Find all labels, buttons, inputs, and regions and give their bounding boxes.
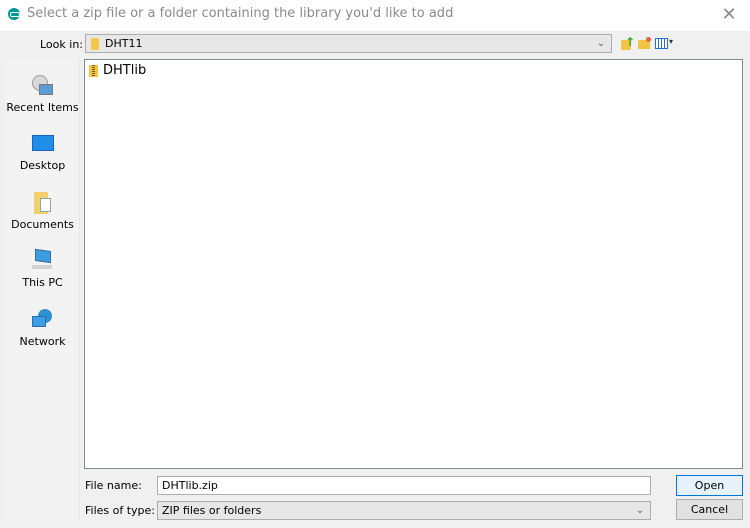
new-star-icon <box>646 37 651 42</box>
file-name: DHTlib <box>103 63 147 78</box>
sidebar-item-network[interactable]: Network <box>5 299 80 355</box>
view-details-icon <box>655 38 668 49</box>
places-sidebar: Recent Items Desktop Documents This PC N… <box>5 59 80 521</box>
create-new-folder-button[interactable] <box>638 36 652 52</box>
sidebar-item-desktop[interactable]: Desktop <box>5 123 80 179</box>
zip-folder-icon <box>89 65 98 77</box>
up-arrow-icon: ↑ <box>625 35 636 49</box>
desktop-icon <box>32 133 54 155</box>
sidebar-item-label: Recent Items <box>6 101 79 114</box>
sidebar-item-documents[interactable]: Documents <box>5 182 80 238</box>
file-name-label: File name: <box>85 479 142 492</box>
cancel-button[interactable]: Cancel <box>676 499 743 520</box>
sidebar-item-this-pc[interactable]: This PC <box>5 240 80 296</box>
sidebar-item-recent-items[interactable]: Recent Items <box>5 65 80 121</box>
files-of-type-value: ZIP files or folders <box>162 504 262 517</box>
this-pc-icon <box>32 248 54 272</box>
dialog-title: Select a zip file or a folder containing… <box>27 6 454 21</box>
recent-items-icon <box>32 75 54 97</box>
sidebar-item-label: Network <box>19 335 66 348</box>
network-icon <box>32 309 54 331</box>
look-in-dropdown[interactable]: DHT11 ⌄ <box>85 34 612 53</box>
chevron-down-icon[interactable]: ⌄ <box>633 502 647 519</box>
documents-icon <box>32 192 54 214</box>
file-list[interactable]: DHTlib <box>84 59 743 469</box>
open-button[interactable]: Open <box>676 475 743 496</box>
chevron-down-icon[interactable]: ⌄ <box>594 35 608 52</box>
look-in-value: DHT11 <box>105 37 143 50</box>
files-of-type-label: Files of type: <box>85 504 156 517</box>
caret-down-icon: ▾ <box>669 37 674 46</box>
close-icon: ✕ <box>721 4 737 25</box>
file-name-input[interactable] <box>157 476 651 495</box>
up-one-level-button[interactable]: ↑ <box>620 35 636 52</box>
close-button[interactable]: ✕ <box>714 2 744 28</box>
view-menu-button[interactable]: ▾ <box>655 36 675 52</box>
title-bar: Select a zip file or a folder containing… <box>0 0 750 31</box>
sidebar-item-label: Documents <box>11 218 74 231</box>
folder-icon <box>91 38 99 50</box>
sidebar-item-label: This PC <box>22 276 63 289</box>
files-of-type-dropdown[interactable]: ZIP files or folders ⌄ <box>157 501 651 520</box>
sidebar-item-label: Desktop <box>19 159 66 172</box>
arduino-icon <box>8 8 20 20</box>
look-in-label: Look in: <box>40 38 83 51</box>
